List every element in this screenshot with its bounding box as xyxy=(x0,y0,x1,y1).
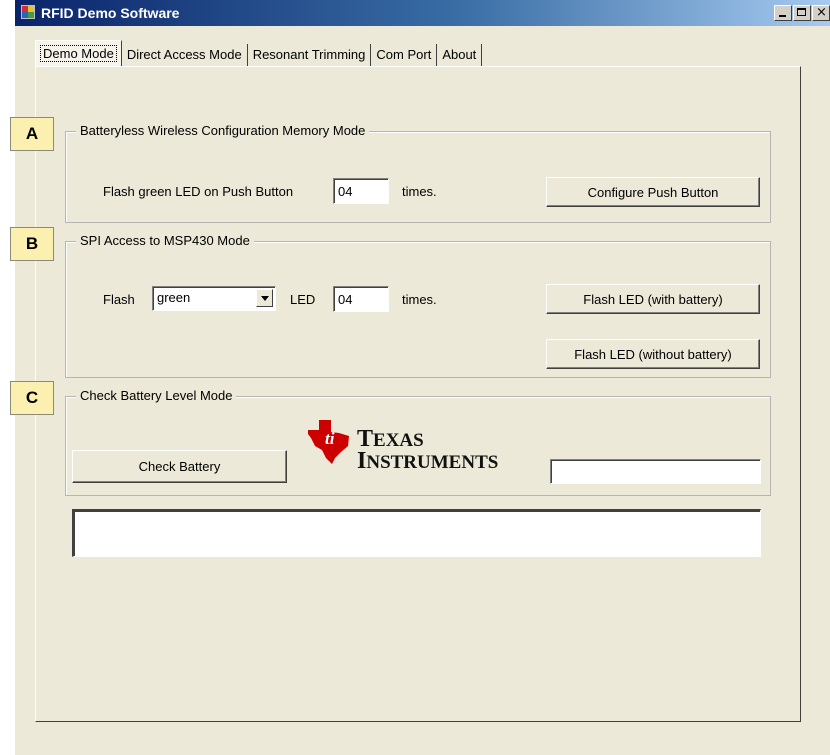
tab-demo-mode[interactable]: Demo Mode xyxy=(35,40,122,66)
flash-count-input[interactable] xyxy=(333,286,389,312)
minimize-button[interactable] xyxy=(774,5,792,21)
tab-resonant-trimming[interactable]: Resonant Trimming xyxy=(247,44,372,66)
flash-led-without-battery-button[interactable]: Flash LED (without battery) xyxy=(546,339,760,369)
led-color-select[interactable]: green xyxy=(152,286,276,311)
maximize-button[interactable] xyxy=(793,5,811,21)
chevron-down-icon[interactable] xyxy=(256,289,273,307)
svg-text:ti: ti xyxy=(325,429,335,448)
led-label: LED xyxy=(290,292,316,307)
marker-b: B xyxy=(10,227,54,261)
ti-line2-rest: NSTRUMENTS xyxy=(366,452,499,473)
tab-direct-access-mode[interactable]: Direct Access Mode xyxy=(121,44,248,66)
marker-a: A xyxy=(10,117,54,151)
times-label: times. xyxy=(402,184,437,199)
app-window: RFID Demo Software × Demo Mode Direct Ac… xyxy=(15,0,830,755)
window-title: RFID Demo Software xyxy=(41,5,180,21)
title-bar[interactable]: RFID Demo Software × xyxy=(15,0,830,26)
tab-strip: Demo Mode Direct Access Mode Resonant Tr… xyxy=(35,40,483,66)
configure-push-button[interactable]: Configure Push Button xyxy=(546,177,760,207)
tab-label: About xyxy=(442,47,477,62)
flash-push-button-label: Flash green LED on Push Button xyxy=(103,184,294,199)
ti-line2-cap: I xyxy=(357,448,367,474)
tab-com-port[interactable]: Com Port xyxy=(371,44,438,66)
minimize-icon xyxy=(779,15,786,17)
push-button-count-input[interactable] xyxy=(333,178,389,204)
close-button[interactable]: × xyxy=(812,5,830,21)
texas-instruments-logo: ti TEXAS INSTRUMENTS xyxy=(305,416,565,476)
group-title: Check Battery Level Mode xyxy=(76,388,237,404)
output-field[interactable] xyxy=(72,509,761,557)
close-icon: × xyxy=(816,5,827,20)
flash-label: Flash xyxy=(103,292,135,307)
times-label: times. xyxy=(402,292,437,307)
tab-label: Com Port xyxy=(376,47,432,62)
group-title: Batteryless Wireless Configuration Memor… xyxy=(76,123,370,139)
tab-label: Resonant Trimming xyxy=(252,47,366,62)
led-color-value: green xyxy=(157,290,191,305)
tab-label: Direct Access Mode xyxy=(126,47,242,62)
maximize-icon xyxy=(797,8,806,16)
flash-led-with-battery-button[interactable]: Flash LED (with battery) xyxy=(546,284,760,314)
app-icon xyxy=(21,5,35,19)
check-battery-button[interactable]: Check Battery xyxy=(72,450,287,483)
tab-label: Demo Mode xyxy=(40,45,117,62)
ti-wordmark-line2: INSTRUMENTS xyxy=(357,448,498,475)
battery-level-field[interactable] xyxy=(550,459,761,484)
marker-c: C xyxy=(10,381,54,415)
ti-texas-map-icon: ti xyxy=(308,420,349,464)
group-title: SPI Access to MSP430 Mode xyxy=(76,233,254,249)
tab-about[interactable]: About xyxy=(437,44,483,66)
